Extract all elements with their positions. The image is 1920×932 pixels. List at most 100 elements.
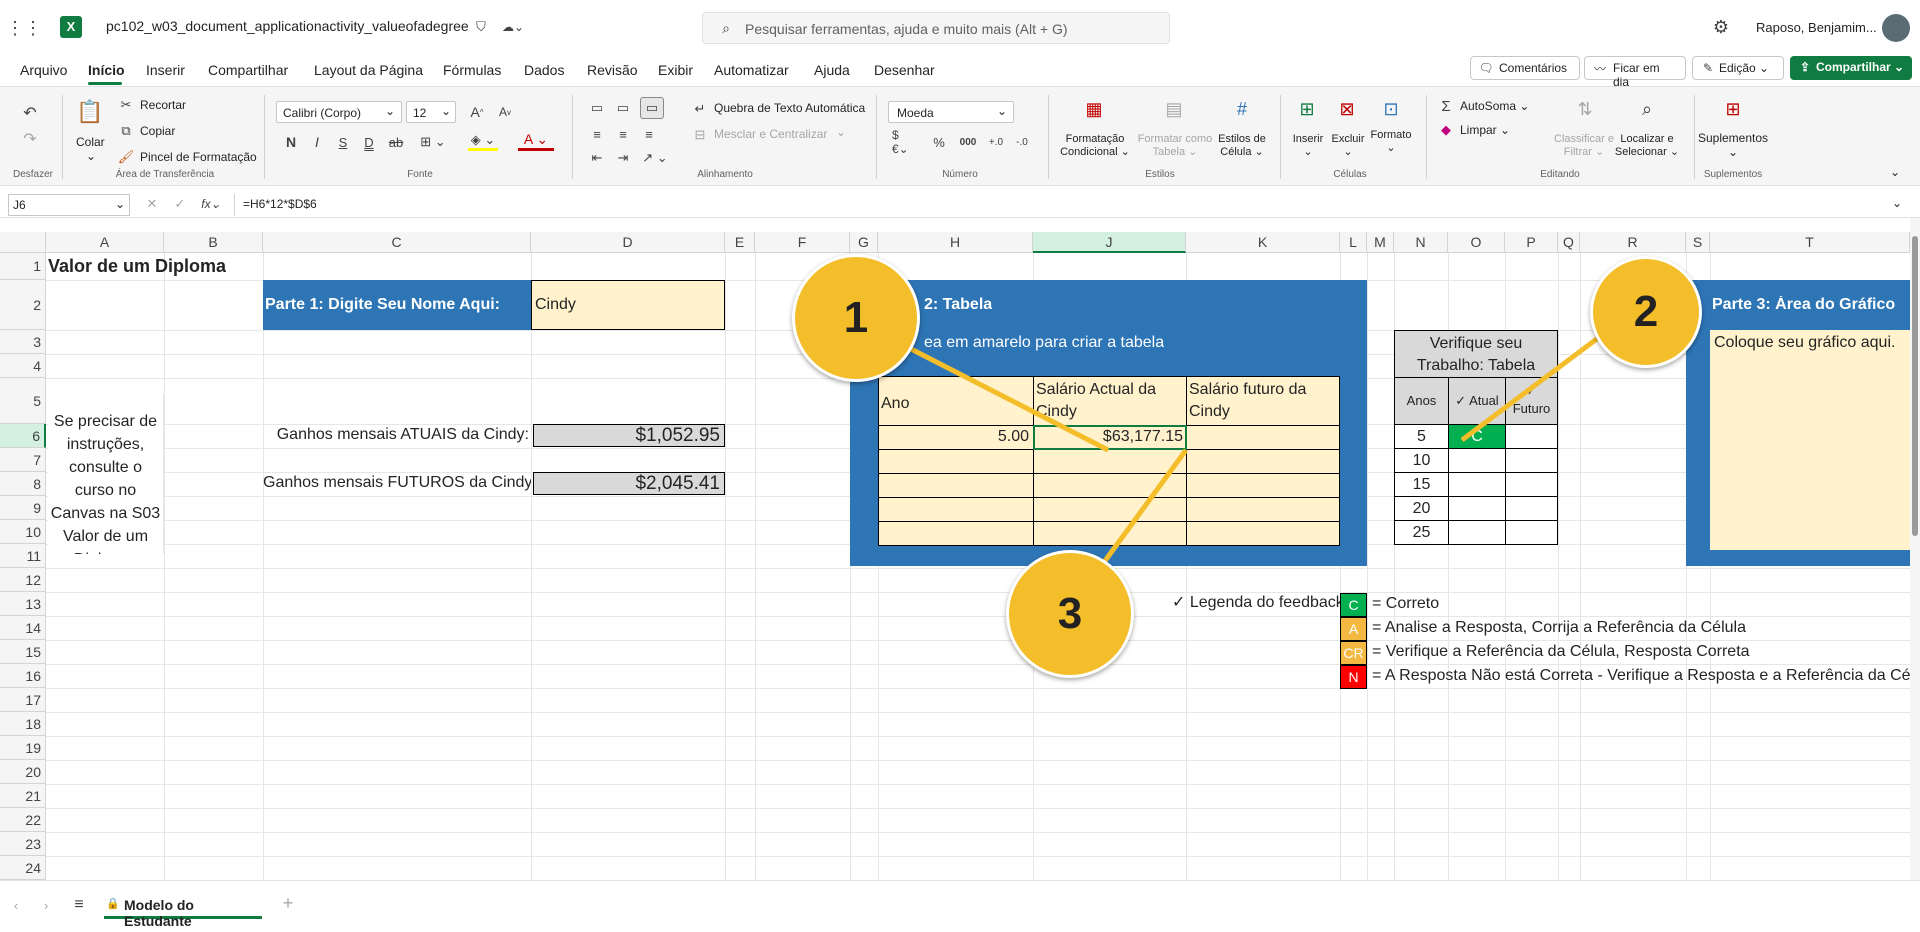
paste-icon[interactable]: 📋 (76, 97, 104, 127)
name-box[interactable]: J6 ⌄ (8, 194, 130, 216)
fill-color-icon[interactable]: ◈ ⌄ (468, 131, 498, 151)
worksheet-grid[interactable]: ABCDEFGHJKLMNOPQRST 1 2 3 4 5 6 7 8 9 10 11 12 13 14 1… (0, 218, 1910, 880)
merge-center-button[interactable]: Mesclar e Centralizar (714, 127, 827, 141)
autosum-button[interactable]: AutoSoma ⌄ (1460, 99, 1529, 113)
increase-decimal-icon[interactable]: +.0 (986, 133, 1006, 151)
clear-button[interactable]: Limpar ⌄ (1460, 123, 1510, 137)
conditional-format-button[interactable]: Formatação Condicional ⌄ (1060, 133, 1130, 158)
lock-icon: 🔒 (106, 897, 120, 910)
number-group-label: Número (942, 169, 978, 180)
clear-icon: ◆ (1441, 122, 1451, 137)
align-bottom-icon[interactable]: ▭ (640, 97, 664, 119)
scroll-left-icon[interactable]: ‹ (8, 897, 24, 913)
menu-arquivo[interactable]: Arquivo (20, 62, 67, 78)
number-format-select[interactable]: Moeda ⌄ (888, 101, 1014, 123)
underline-icon[interactable]: S (334, 133, 352, 151)
find-select-button[interactable]: Localizar e Selecionar ⌄ (1610, 133, 1684, 158)
formula-expand-chevron[interactable]: ⌄ (1892, 196, 1902, 210)
search-box[interactable]: ⌕ Pesquisar ferramentas, ajuda e muito m… (702, 12, 1170, 44)
font-color-icon[interactable]: A ⌄ (518, 131, 554, 151)
format-painter-button[interactable]: Pincel de Formatação (140, 150, 257, 164)
wrap-text-icon: ↵ (694, 101, 706, 116)
user-name[interactable]: Raposo, Benjamim... (1756, 20, 1877, 35)
menu-bar: Arquivo Início Inserir Compartilhar Layo… (0, 56, 1920, 89)
settings-gear-icon[interactable]: ⚙ (1710, 16, 1732, 38)
search-input[interactable]: Pesquisar ferramentas, ajuda e muito mai… (745, 21, 1068, 37)
strikethrough-icon[interactable]: ab (386, 133, 406, 151)
add-sheet-icon[interactable]: + (278, 893, 298, 913)
menu-compartilhar[interactable]: Compartilhar (208, 62, 288, 78)
italic-icon[interactable]: I (308, 133, 326, 151)
formula-input[interactable]: =H6*12*$D$6 (234, 194, 1904, 216)
currency-icon[interactable]: $€⌄ (892, 128, 914, 156)
vertical-scroll-thumb[interactable] (1912, 236, 1918, 536)
enter-icon[interactable]: ✓ (172, 196, 188, 212)
wrap-text-button[interactable]: Quebra de Texto Automática (714, 101, 865, 115)
catchup-button[interactable]: 〰 Ficar em dia (1584, 56, 1686, 89)
share-button[interactable]: ⇪ Compartilhar ⌄ (1790, 56, 1912, 80)
align-top-icon[interactable]: ▭ (588, 99, 606, 117)
format-cells-button[interactable]: Formato ⌄ (1370, 129, 1412, 154)
menu-automatizar[interactable]: Automatizar (714, 62, 789, 78)
addins-group-label: Suplementos (1703, 169, 1763, 180)
paste-button[interactable]: Colar (76, 135, 105, 149)
shield-icon[interactable]: ⛉ (472, 18, 490, 36)
font-size-select[interactable]: 12 ⌄ (406, 101, 456, 123)
editing-mode-button[interactable]: ✎ Edição ⌄ (1692, 56, 1784, 80)
percent-icon[interactable]: % (930, 133, 948, 151)
increase-indent-icon[interactable]: ⇥ (614, 149, 632, 167)
share-icon: ⇪ (1799, 60, 1811, 74)
ribbon-collapse-chevron[interactable]: ⌄ (1890, 165, 1900, 179)
excel-logo-icon: X (60, 16, 82, 38)
double-underline-icon[interactable]: D (360, 133, 378, 151)
align-right-icon[interactable]: ≡ (640, 125, 658, 143)
function-icon[interactable]: fx ⌄ (198, 196, 224, 212)
menu-inicio[interactable]: Início (88, 62, 125, 78)
cut-button[interactable]: Recortar (140, 98, 186, 112)
scroll-right-icon[interactable]: › (38, 897, 54, 913)
font-name-select[interactable]: Calibri (Corpo) ⌄ (276, 101, 402, 123)
avatar[interactable] (1882, 14, 1910, 42)
menu-exibir[interactable]: Exibir (658, 62, 693, 78)
app-launcher-icon[interactable]: ⋮⋮ (6, 16, 42, 40)
decrease-font-icon[interactable]: Av (496, 103, 514, 121)
paste-chevron[interactable]: ⌄ (86, 149, 96, 163)
file-name[interactable]: pc102_w03_document_applicationactivity_v… (106, 18, 469, 34)
sheet-tab-active[interactable]: 🔒 Modelo do Estudante (104, 889, 262, 929)
menu-revisao[interactable]: Revisão (587, 62, 638, 78)
delete-cells-icon: ⊠ (1339, 98, 1355, 119)
undo-icon[interactable]: ↶ (20, 103, 40, 123)
all-sheets-menu-icon[interactable]: ≡ (70, 896, 88, 913)
menu-inserir[interactable]: Inserir (146, 62, 185, 78)
increase-font-icon[interactable]: A ^ (468, 103, 486, 121)
insert-cells-button[interactable]: Inserir ⌄ (1288, 133, 1328, 158)
menu-ajuda[interactable]: Ajuda (814, 62, 850, 78)
align-center-icon[interactable]: ≡ (614, 125, 632, 143)
merge-chevron[interactable]: ⌄ (836, 125, 846, 139)
menu-layout[interactable]: Layout da Página (314, 62, 423, 78)
menu-desenhar[interactable]: Desenhar (874, 62, 935, 78)
orientation-icon[interactable]: ↗ ⌄ (640, 149, 670, 167)
align-left-icon[interactable]: ≡ (588, 125, 606, 143)
sync-status-icon[interactable]: ☁⌄ (498, 18, 528, 36)
vertical-scrollbar[interactable] (1910, 218, 1920, 880)
menu-formulas[interactable]: Fórmulas (443, 62, 501, 78)
format-painter-icon: 🖌 (117, 149, 135, 164)
decrease-decimal-icon[interactable]: -.0 (1012, 133, 1032, 151)
format-table-button[interactable]: Formatar como Tabela ⌄ (1134, 133, 1216, 158)
separator (572, 95, 573, 179)
align-middle-icon[interactable]: ▭ (614, 99, 632, 117)
decrease-indent-icon[interactable]: ⇤ (588, 149, 606, 167)
borders-icon[interactable]: ⊞ ⌄ (418, 133, 448, 151)
bold-icon[interactable]: N (282, 133, 300, 151)
delete-cells-button[interactable]: Excluir ⌄ (1328, 133, 1368, 158)
cell-styles-icon: # (1236, 98, 1247, 119)
menu-dados[interactable]: Dados (524, 62, 564, 78)
copy-button[interactable]: Copiar (140, 124, 175, 138)
redo-icon[interactable]: ↷ (20, 129, 40, 149)
cancel-icon[interactable]: ✕ (144, 196, 160, 212)
comma-style-icon[interactable]: 000 (956, 133, 980, 151)
cell-styles-button[interactable]: Estilos de Célula ⌄ (1210, 133, 1274, 158)
addins-button[interactable]: Suplementos ⌄ (1696, 131, 1770, 159)
comments-button[interactable]: 🗨 Comentários (1470, 56, 1580, 80)
